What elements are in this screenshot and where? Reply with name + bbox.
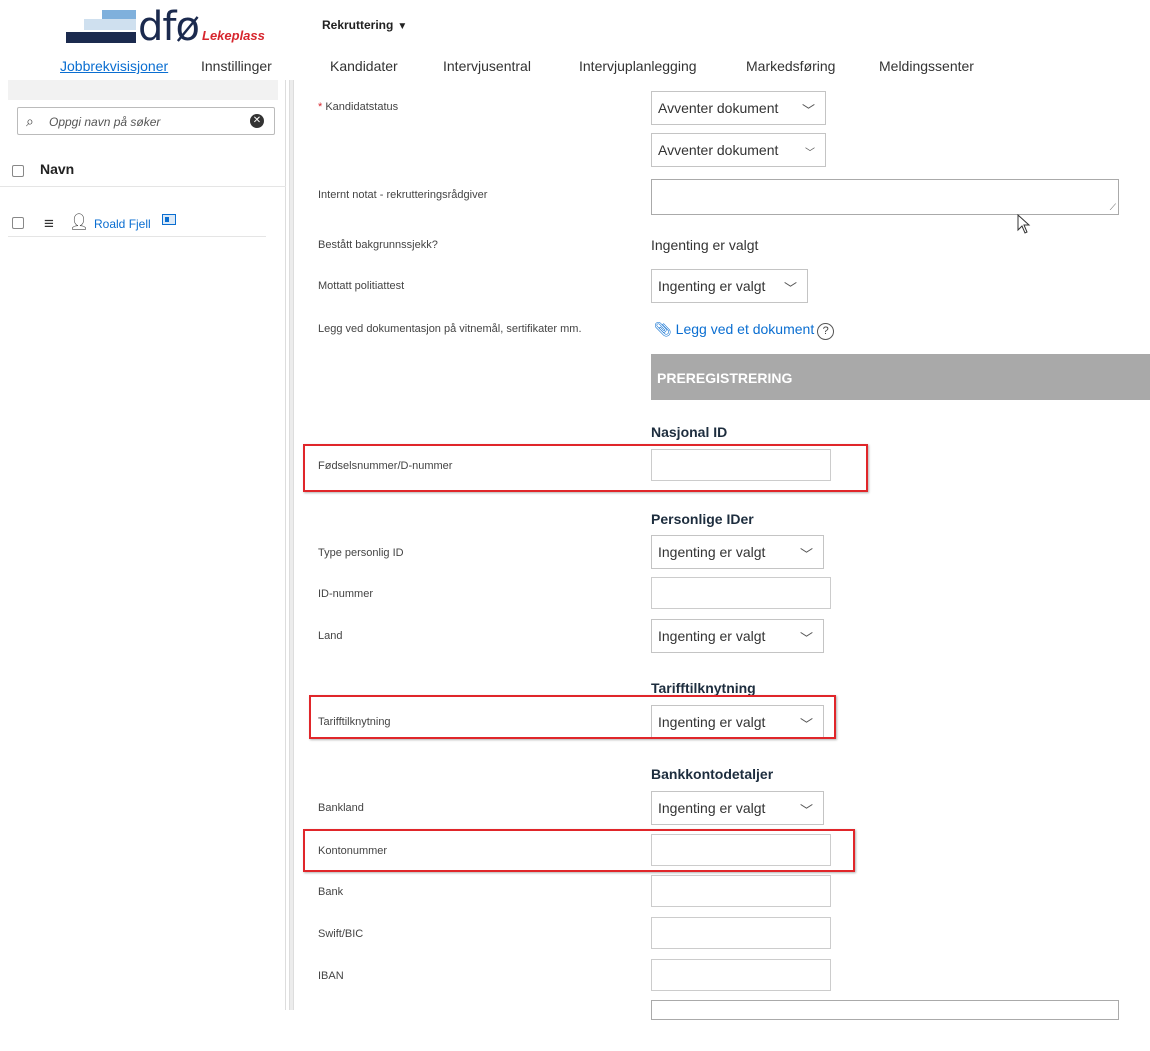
rekruttering-menu[interactable]: Rekruttering ▼ xyxy=(322,18,407,32)
land-select[interactable]: Ingenting er valgt ﹀ xyxy=(651,619,824,653)
land-value: Ingenting er valgt xyxy=(658,628,766,644)
divider xyxy=(8,236,266,237)
land-label: Land xyxy=(318,630,343,642)
logo-bar xyxy=(84,19,136,30)
search-input[interactable]: Oppgi navn på søker xyxy=(49,115,160,129)
personlige-ider-heading: Personlige IDer xyxy=(651,511,754,527)
bank-heading: Bankkontodetaljer xyxy=(651,766,774,782)
logo-suffix: Lekeplass xyxy=(202,28,265,43)
attach-document-link[interactable]: 📎︎ Legg ved et dokument? xyxy=(654,321,835,340)
internt-notat-textarea[interactable]: ⟋ xyxy=(651,179,1119,215)
logo-text: dfø xyxy=(138,4,200,50)
politiattest-select[interactable]: Ingenting er valgt ﹀ xyxy=(651,269,808,303)
kandidatstatus-value: Avventer dokument xyxy=(658,100,779,116)
internt-notat-label: Internt notat - rekrutteringsrådgiver xyxy=(318,189,488,201)
nav-jobbrekvisisjoner[interactable]: Jobbrekvisisjoner xyxy=(60,58,168,74)
iban-input[interactable] xyxy=(651,959,831,991)
swift-input[interactable] xyxy=(651,917,831,949)
swift-label: Swift/BIC xyxy=(318,928,364,940)
type-personlig-id-label: Type personlig ID xyxy=(318,547,404,559)
chevron-down-icon: ﹀ xyxy=(799,547,813,562)
bank-label: Bank xyxy=(318,886,344,898)
paperclip-icon: 📎︎ xyxy=(654,321,672,337)
politiattest-label: Mottatt politiattest xyxy=(318,280,405,292)
bankland-select[interactable]: Ingenting er valgt ﹀ xyxy=(651,791,824,825)
bankland-value: Ingenting er valgt xyxy=(658,800,766,816)
candidate-search[interactable]: ⌕ Oppgi navn på søker ✕ xyxy=(17,107,275,135)
bakgrunnssjekk-label: Bestått bakgrunnssjekk? xyxy=(318,239,438,251)
highlight-box xyxy=(309,695,836,739)
nav-intervjusentral[interactable]: Intervjusentral xyxy=(443,58,531,74)
kandidatstatus-label-text: Kandidatstatus xyxy=(325,101,399,113)
bakgrunnssjekk-value: Ingenting er valgt xyxy=(651,237,759,253)
person-icon: 👤︎ xyxy=(69,214,90,231)
nav-meldingssenter[interactable]: Meldingssenter xyxy=(879,58,974,74)
kandidatstatus-select[interactable]: Avventer dokument ﹀ xyxy=(651,91,826,125)
help-icon[interactable]: ? xyxy=(817,323,835,340)
candidate-checkbox[interactable] xyxy=(12,217,24,229)
nav-kandidater[interactable]: Kandidater xyxy=(330,58,398,74)
select-all-checkbox[interactable] xyxy=(12,165,24,177)
highlight-box xyxy=(303,829,855,872)
politiattest-value: Ingenting er valgt xyxy=(658,278,766,294)
nav-intervjuplanlegging[interactable]: Intervjuplanlegging xyxy=(579,58,697,74)
column-header-navn[interactable]: Navn xyxy=(40,161,74,177)
logo-bar xyxy=(66,32,136,43)
kandidatstatus-label: * Kandidatstatus xyxy=(318,101,398,113)
type-personlig-id-value: Ingenting er valgt xyxy=(658,544,766,560)
divider xyxy=(0,186,286,187)
resize-grip-icon[interactable]: ⟋ xyxy=(1110,202,1116,213)
search-icon: ⌕ xyxy=(26,113,34,129)
profile-card-icon[interactable] xyxy=(162,214,176,225)
id-nummer-label: ID-nummer xyxy=(318,588,374,600)
id-nummer-input[interactable] xyxy=(651,577,831,609)
chevron-down-icon: ﹀ xyxy=(799,631,813,646)
rekruttering-menu-label: Rekruttering xyxy=(322,18,394,32)
mouse-cursor-icon xyxy=(1017,214,1031,234)
panel-splitter[interactable] xyxy=(289,80,294,1010)
candidate-name-link[interactable]: Roald Fjell xyxy=(94,217,151,231)
nav-markedsforing[interactable]: Markedsføring xyxy=(746,58,835,74)
bankland-label: Bankland xyxy=(318,802,364,814)
nav-innstillinger[interactable]: Innstillinger xyxy=(201,58,272,74)
highlight-box xyxy=(303,444,868,492)
attach-link-label: Legg ved et dokument xyxy=(675,321,815,337)
preregistrering-section-header: PREREGISTRERING xyxy=(651,354,1150,400)
kandidatstatus-sub-value: Avventer dokument xyxy=(658,142,779,158)
required-mark: * xyxy=(318,101,323,113)
dokumentasjon-label: Legg ved dokumentasjon på vitnemål, sert… xyxy=(318,323,582,335)
nasjonal-id-heading: Nasjonal ID xyxy=(651,424,728,440)
panel-header-strip xyxy=(8,80,278,100)
chevron-down-icon: ﹀ xyxy=(801,103,815,118)
chevron-down-icon: ﹀ xyxy=(783,281,797,296)
dfo-logo[interactable]: dfø Lekeplass xyxy=(66,4,281,50)
chevron-down-icon: ﹀ xyxy=(805,148,815,159)
clear-search-icon[interactable]: ✕ xyxy=(250,114,264,128)
chevron-down-icon: ﹀ xyxy=(799,803,813,818)
iban-label: IBAN xyxy=(318,970,344,982)
next-textarea[interactable] xyxy=(651,1000,1119,1020)
menu-icon[interactable]: ≡ xyxy=(44,214,54,234)
tariff-heading: Tarifftilknytning xyxy=(651,680,756,696)
logo-bar xyxy=(102,10,136,19)
type-personlig-id-select[interactable]: Ingenting er valgt ﹀ xyxy=(651,535,824,569)
bank-input[interactable] xyxy=(651,875,831,907)
caret-down-icon: ▼ xyxy=(397,21,408,32)
top-navigation: Jobbrekvisisjoner Innstillinger Kandidat… xyxy=(0,58,1150,78)
kandidatstatus-subselect[interactable]: Avventer dokument ﹀ xyxy=(651,133,826,167)
